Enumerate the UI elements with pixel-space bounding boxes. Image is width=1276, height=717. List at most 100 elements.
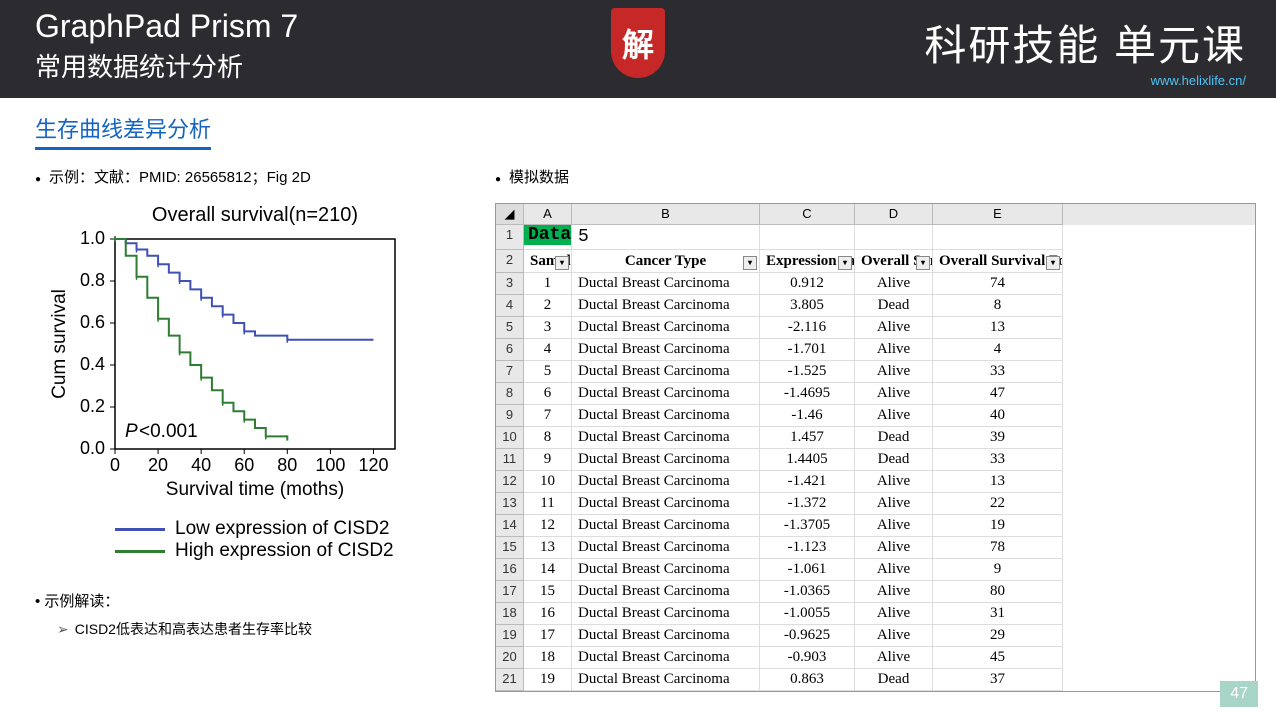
expression-value[interactable]: 1.4405 [760, 449, 855, 471]
expression-value[interactable]: -2.116 [760, 317, 855, 339]
expression-value[interactable]: -1.525 [760, 361, 855, 383]
col-letter[interactable]: E [933, 204, 1063, 225]
filter-icon[interactable]: ▾ [916, 256, 930, 270]
survival-status[interactable]: Alive [855, 559, 933, 581]
row-number[interactable]: 15 [496, 537, 524, 559]
row-number[interactable]: 11 [496, 449, 524, 471]
cancer-type[interactable]: Ductal Breast Carcinoma [572, 273, 760, 295]
filter-icon[interactable]: ▾ [743, 256, 757, 270]
sample-no[interactable]: 14 [524, 559, 572, 581]
cancer-type[interactable]: Ductal Breast Carcinoma [572, 361, 760, 383]
followup-time[interactable]: 45 [933, 647, 1063, 669]
survival-status[interactable]: Dead [855, 669, 933, 691]
col-letter[interactable]: D [855, 204, 933, 225]
col-header[interactable]: Expression value▾ [760, 250, 855, 273]
row-number[interactable]: 18 [496, 603, 524, 625]
followup-time[interactable]: 9 [933, 559, 1063, 581]
survival-status[interactable]: Dead [855, 295, 933, 317]
survival-status[interactable]: Alive [855, 471, 933, 493]
survival-status[interactable]: Alive [855, 603, 933, 625]
followup-time[interactable]: 31 [933, 603, 1063, 625]
row-number[interactable]: 12 [496, 471, 524, 493]
cancer-type[interactable]: Ductal Breast Carcinoma [572, 603, 760, 625]
cancer-type[interactable]: Ductal Breast Carcinoma [572, 581, 760, 603]
col-header[interactable]: Overall Survival Status▾ [855, 250, 933, 273]
cancer-type[interactable]: Ductal Breast Carcinoma [572, 471, 760, 493]
expression-value[interactable]: -1.0055 [760, 603, 855, 625]
col-letter[interactable]: C [760, 204, 855, 225]
col-header[interactable]: Sample No▾ [524, 250, 572, 273]
followup-time[interactable]: 47 [933, 383, 1063, 405]
cancer-type[interactable]: Ductal Breast Carcinoma [572, 295, 760, 317]
cancer-type[interactable]: Ductal Breast Carcinoma [572, 383, 760, 405]
expression-value[interactable]: -1.4695 [760, 383, 855, 405]
expression-value[interactable]: -1.123 [760, 537, 855, 559]
cancer-type[interactable]: Ductal Breast Carcinoma [572, 427, 760, 449]
cancer-type[interactable]: Ductal Breast Carcinoma [572, 317, 760, 339]
sample-no[interactable]: 2 [524, 295, 572, 317]
expression-value[interactable]: -1.372 [760, 493, 855, 515]
survival-status[interactable]: Alive [855, 339, 933, 361]
row-number[interactable]: 3 [496, 273, 524, 295]
expression-value[interactable]: -0.903 [760, 647, 855, 669]
survival-status[interactable]: Alive [855, 537, 933, 559]
sample-no[interactable]: 15 [524, 581, 572, 603]
sample-no[interactable]: 13 [524, 537, 572, 559]
sample-no[interactable]: 10 [524, 471, 572, 493]
sample-no[interactable]: 19 [524, 669, 572, 691]
expression-value[interactable]: -0.9625 [760, 625, 855, 647]
sample-no[interactable]: 9 [524, 449, 572, 471]
survival-status[interactable]: Dead [855, 449, 933, 471]
sample-no[interactable]: 11 [524, 493, 572, 515]
followup-time[interactable]: 40 [933, 405, 1063, 427]
expression-value[interactable]: -1.061 [760, 559, 855, 581]
expression-value[interactable]: 0.912 [760, 273, 855, 295]
filter-icon[interactable]: ▾ [838, 256, 852, 270]
data-num[interactable]: 5 [572, 225, 760, 250]
followup-time[interactable]: 80 [933, 581, 1063, 603]
followup-time[interactable]: 22 [933, 493, 1063, 515]
row-number[interactable]: 8 [496, 383, 524, 405]
row-number[interactable]: 4 [496, 295, 524, 317]
cancer-type[interactable]: Ductal Breast Carcinoma [572, 493, 760, 515]
followup-time[interactable]: 13 [933, 317, 1063, 339]
expression-value[interactable]: 0.863 [760, 669, 855, 691]
survival-status[interactable]: Alive [855, 317, 933, 339]
row-number[interactable]: 10 [496, 427, 524, 449]
cancer-type[interactable]: Ductal Breast Carcinoma [572, 515, 760, 537]
row-number[interactable]: 14 [496, 515, 524, 537]
cancer-type[interactable]: Ductal Breast Carcinoma [572, 647, 760, 669]
followup-time[interactable]: 8 [933, 295, 1063, 317]
sample-no[interactable]: 17 [524, 625, 572, 647]
sample-no[interactable]: 16 [524, 603, 572, 625]
row-number[interactable]: 17 [496, 581, 524, 603]
followup-time[interactable]: 33 [933, 361, 1063, 383]
survival-status[interactable]: Alive [855, 361, 933, 383]
followup-time[interactable]: 78 [933, 537, 1063, 559]
cancer-type[interactable]: Ductal Breast Carcinoma [572, 339, 760, 361]
row-number[interactable]: 5 [496, 317, 524, 339]
expression-value[interactable]: -1.46 [760, 405, 855, 427]
followup-time[interactable]: 74 [933, 273, 1063, 295]
expression-value[interactable]: -1.3705 [760, 515, 855, 537]
survival-status[interactable]: Alive [855, 581, 933, 603]
expression-value[interactable]: -1.421 [760, 471, 855, 493]
col-header[interactable]: Overall Survival Followup Time (Months)▾ [933, 250, 1063, 273]
followup-time[interactable]: 37 [933, 669, 1063, 691]
col-letter[interactable]: A [524, 204, 572, 225]
survival-status[interactable]: Alive [855, 647, 933, 669]
row-number[interactable]: 2 [496, 250, 524, 273]
row-number[interactable]: 6 [496, 339, 524, 361]
sample-no[interactable]: 12 [524, 515, 572, 537]
cancer-type[interactable]: Ductal Breast Carcinoma [572, 537, 760, 559]
sample-no[interactable]: 3 [524, 317, 572, 339]
followup-time[interactable]: 33 [933, 449, 1063, 471]
expression-value[interactable]: -1.701 [760, 339, 855, 361]
row-number[interactable]: 13 [496, 493, 524, 515]
cancer-type[interactable]: Ductal Breast Carcinoma [572, 559, 760, 581]
survival-status[interactable]: Alive [855, 383, 933, 405]
cancer-type[interactable]: Ductal Breast Carcinoma [572, 449, 760, 471]
followup-time[interactable]: 29 [933, 625, 1063, 647]
row-number[interactable]: 1 [496, 225, 524, 250]
cancer-type[interactable]: Ductal Breast Carcinoma [572, 405, 760, 427]
